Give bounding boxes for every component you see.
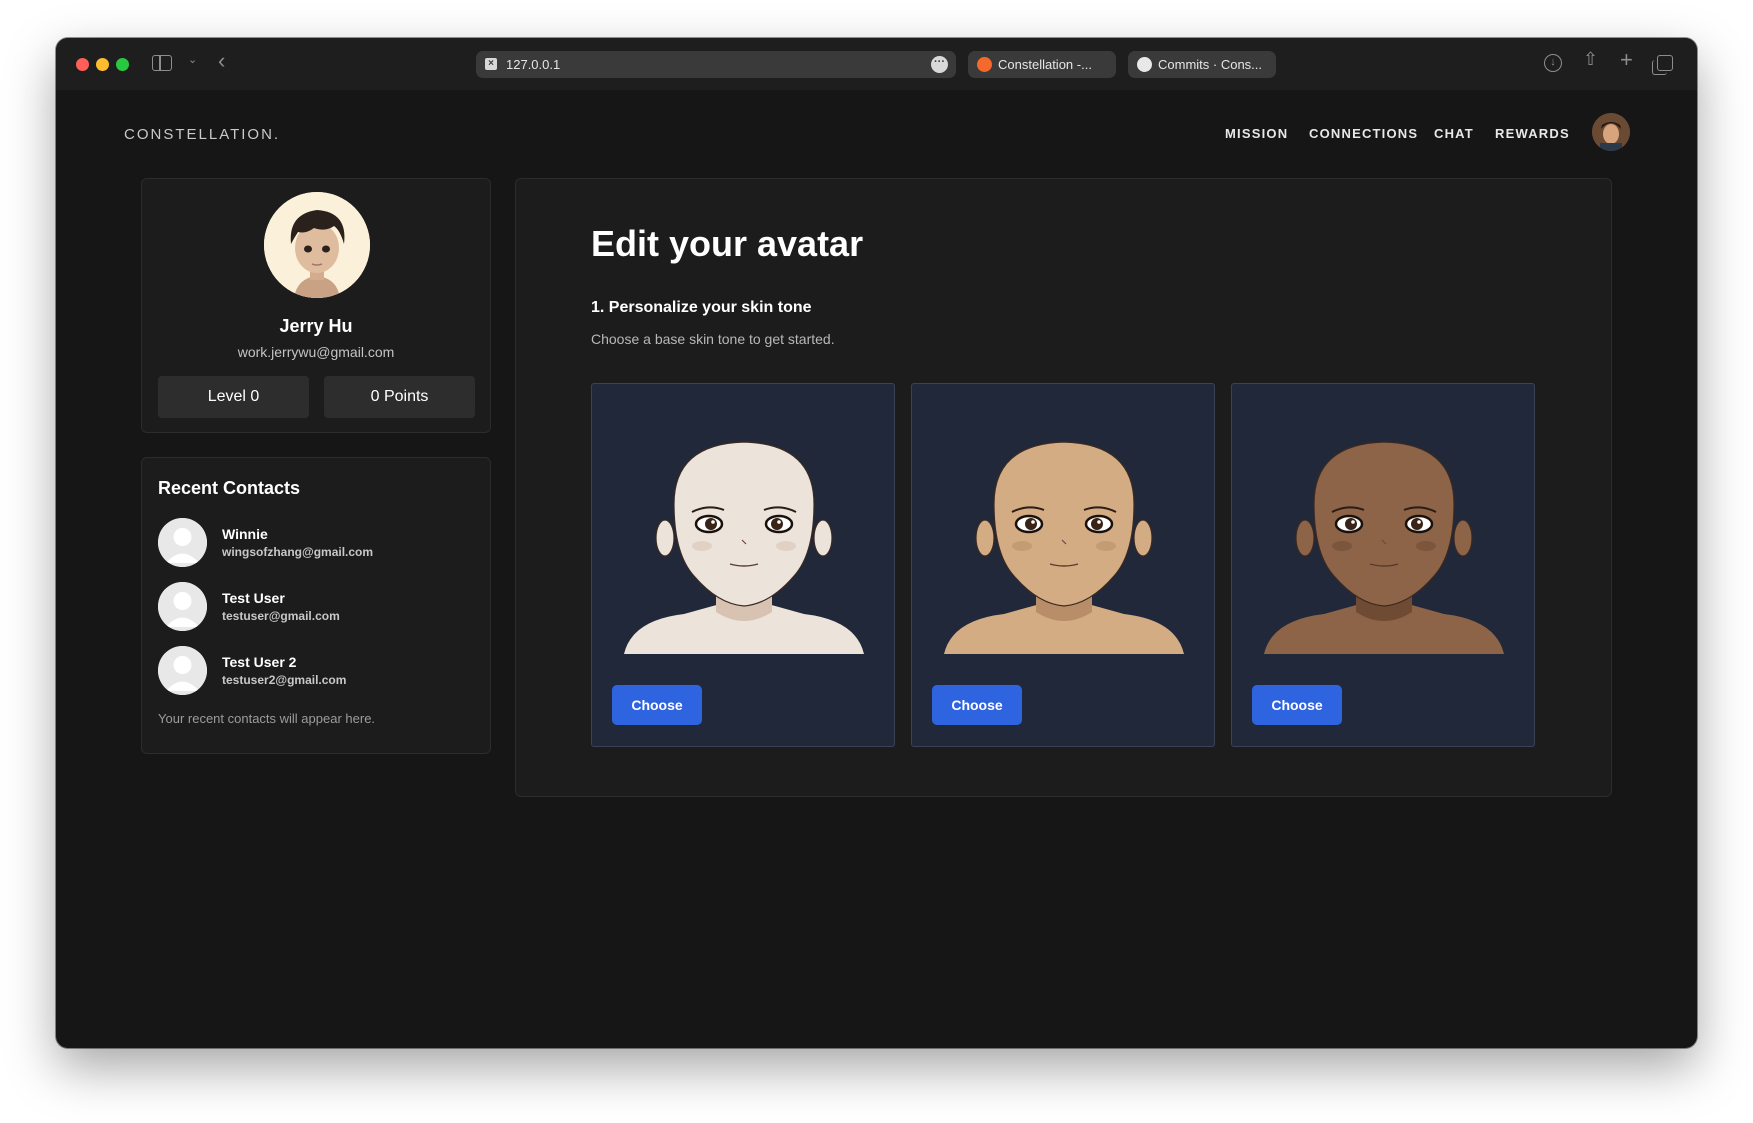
nav-link-mission[interactable]: MISSION — [1225, 126, 1288, 141]
page-title: Edit your avatar — [591, 223, 864, 264]
site-favicon-icon: × — [485, 58, 497, 70]
contact-avatar-icon — [158, 646, 207, 695]
download-icon[interactable]: ↓ — [1544, 54, 1562, 72]
more-options-icon[interactable]: ··· — [931, 56, 948, 73]
address-text: 127.0.0.1 — [506, 57, 561, 72]
recent-contacts-card: Recent Contacts Winnie wingsofzhang@gmai… — [141, 457, 491, 754]
brand-logo[interactable]: CONSTELLATION. — [124, 126, 280, 143]
tab-title: Commits · Cons... — [1158, 57, 1263, 72]
profile-email: work.jerrywu@gmail.com — [237, 344, 395, 360]
contact-name: Winnie — [222, 526, 268, 542]
profile-card: Jerry Hu work.jerrywu@gmail.com Level 0 … — [141, 178, 491, 433]
github-icon — [1137, 57, 1152, 72]
new-tab-icon[interactable]: + — [1620, 49, 1633, 71]
browser-tab[interactable]: Commits · Cons... — [1128, 51, 1276, 78]
sidebar-toggle-icon[interactable] — [152, 55, 172, 71]
zoom-window-button[interactable] — [116, 58, 129, 71]
contact-email: testuser@gmail.com — [222, 609, 340, 623]
fire-icon — [977, 57, 992, 72]
contact-item[interactable]: Test User testuser@gmail.com — [158, 582, 478, 632]
tab-title: Constellation -... — [998, 57, 1092, 72]
contact-avatar-icon — [158, 518, 207, 567]
avatar-preview — [944, 441, 1184, 654]
skin-tone-option[interactable]: Choose — [1231, 383, 1535, 747]
step-title: 1. Personalize your skin tone — [591, 299, 812, 316]
close-window-button[interactable] — [76, 58, 89, 71]
tab-overview-icon[interactable] — [1652, 55, 1673, 75]
recent-contacts-title: Recent Contacts — [158, 478, 301, 498]
contact-item[interactable]: Test User 2 testuser2@gmail.com — [158, 646, 478, 696]
profile-name: Jerry Hu — [279, 316, 353, 336]
contact-item[interactable]: Winnie wingsofzhang@gmail.com — [158, 518, 478, 568]
chevron-down-icon[interactable]: ⌄ — [188, 55, 197, 66]
contact-name: Test User 2 — [222, 654, 297, 670]
avatar-preview — [624, 441, 864, 654]
share-icon[interactable]: ⇧ — [1583, 50, 1598, 68]
address-bar[interactable]: × 127.0.0.1 ··· — [476, 51, 956, 78]
choose-button[interactable]: Choose — [1252, 685, 1342, 725]
nav-link-connections[interactable]: CONNECTIONS — [1309, 126, 1418, 141]
contact-email: testuser2@gmail.com — [222, 673, 347, 687]
browser-tab[interactable]: Constellation -... — [968, 51, 1116, 78]
nav-link-chat[interactable]: CHAT — [1434, 126, 1474, 141]
avatar-preview — [1264, 441, 1504, 654]
browser-window: ⌄ ‹ × 127.0.0.1 ··· Constellation -... C… — [56, 38, 1697, 1048]
user-avatar[interactable] — [1592, 113, 1630, 151]
browser-toolbar: ⌄ ‹ × 127.0.0.1 ··· Constellation -... C… — [56, 38, 1697, 90]
contact-name: Test User — [222, 590, 285, 606]
back-arrow-icon[interactable]: ‹ — [218, 50, 225, 72]
choose-button[interactable]: Choose — [932, 685, 1022, 725]
nav-link-rewards[interactable]: REWARDS — [1495, 126, 1570, 141]
profile-avatar[interactable] — [264, 192, 370, 298]
skin-tone-option[interactable]: Choose — [591, 383, 895, 747]
points-badge: 0 Points — [324, 376, 475, 418]
level-badge: Level 0 — [158, 376, 309, 418]
step-subtitle: Choose a base skin tone to get started. — [591, 331, 835, 347]
contacts-empty-note: Your recent contacts will appear here. — [158, 711, 376, 726]
minimize-window-button[interactable] — [96, 58, 109, 71]
contact-email: wingsofzhang@gmail.com — [222, 545, 374, 559]
skin-tone-option[interactable]: Choose — [911, 383, 1215, 747]
contact-avatar-icon — [158, 582, 207, 631]
avatar-editor-panel: Edit your avatar 1. Personalize your ski… — [515, 178, 1612, 797]
choose-button[interactable]: Choose — [612, 685, 702, 725]
